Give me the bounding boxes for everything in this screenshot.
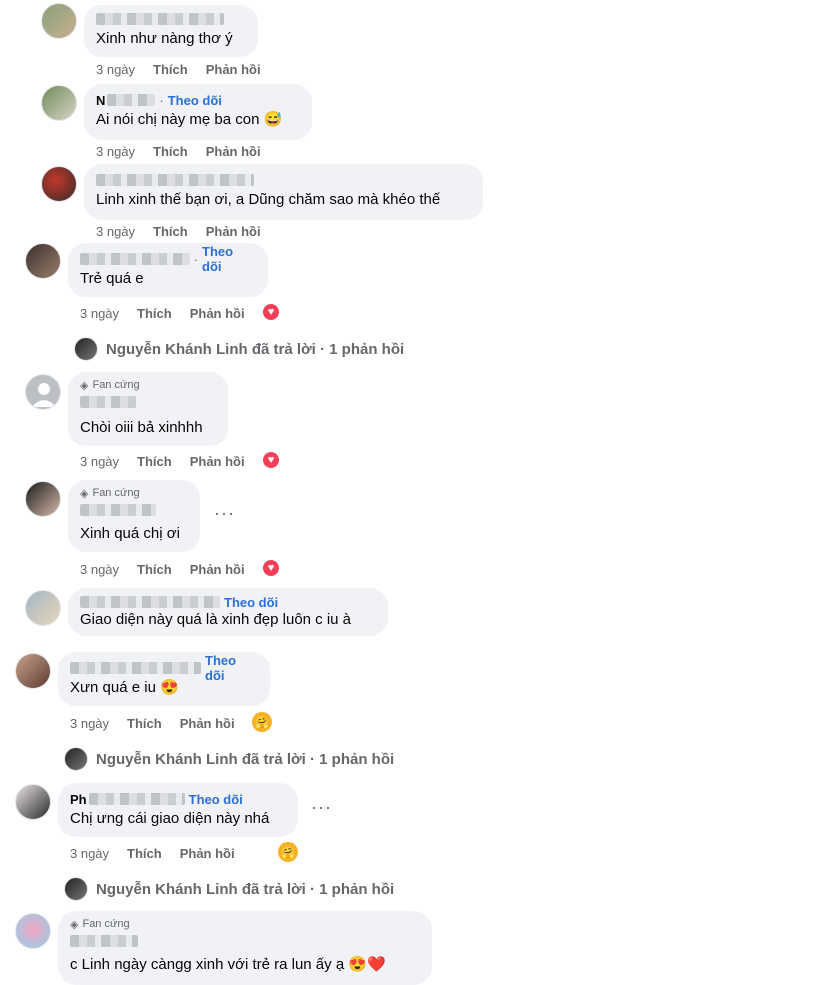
comment-time[interactable]: 3 ngày [70,716,109,731]
avatar[interactable] [25,374,61,410]
comment-bubble: ◈ Fan cứng Chòi oiii bả xinhhh [68,372,228,446]
commenter-name[interactable]: Theo dõi [70,653,258,683]
comment-actions: 3 ngày Thích Phản hồi [70,846,235,861]
heart-icon[interactable]: ♥ [262,451,280,469]
commenter-name[interactable]: · Theo dõi [80,244,256,274]
follow-button[interactable]: Theo dõi [205,653,258,683]
comment-text: Xinh như nàng thơ ý [96,30,233,47]
more-icon[interactable]: ··· [214,503,235,524]
comment-bubble: ◈ Fan cứng Xinh quá chị ơi [68,480,200,552]
comment-time[interactable]: 3 ngày [80,454,119,469]
comment-time[interactable]: 3 ngày [96,62,135,77]
avatar[interactable] [15,913,51,949]
commenter-name[interactable] [80,502,188,518]
fan-badge: ◈ Fan cứng [80,379,140,392]
commenter-name[interactable] [80,394,216,410]
like-button[interactable]: Thích [153,224,188,239]
follow-button[interactable]: Theo dõi [224,595,278,610]
comment-text: Xinh quá chị ơi [80,525,180,542]
comment-actions: 3 ngày Thích Phản hồi [96,62,261,77]
avatar [74,337,98,361]
commenter-name[interactable]: Theo dõi [80,594,376,610]
like-button[interactable]: Thích [137,306,172,321]
comment-text: c Linh ngày càngg xinh với trẻ ra lun ấy… [70,956,386,973]
comment-text: Linh xinh thế bạn ơi, a Dũng chăm sao mà… [96,191,441,208]
reply-button[interactable]: Phản hồi [206,224,261,239]
avatar [64,747,88,771]
reply-button[interactable]: Phản hồi [190,562,245,577]
comment-bubble: · Theo dõi Trẻ quá e [68,243,268,297]
comment-actions: 3 ngày Thích Phản hồi [70,716,235,731]
comment-time[interactable]: 3 ngày [96,224,135,239]
reply-button[interactable]: Phản hồi [180,846,235,861]
comment-text: Ai nói chị này mẹ ba con 😅 [96,111,283,128]
comment-text: Giao diện này quá là xinh đẹp luôn c iu … [80,611,352,628]
view-replies-link[interactable]: Nguyễn Khánh Linh đã trả lời · 1 phản hồ… [64,877,394,901]
comment-time[interactable]: 3 ngày [96,144,135,159]
follow-button[interactable]: Theo dõi [168,93,222,108]
comment-actions: 3 ngày Thích Phản hồi [96,224,261,239]
reply-button[interactable]: Phản hồi [190,306,245,321]
care-icon[interactable]: 🤗 [252,712,272,732]
diamond-icon: ◈ [70,918,79,931]
avatar [64,877,88,901]
fan-badge: ◈ Fan cứng [70,918,130,931]
comment-actions: 3 ngày Thích Phản hồi [80,454,245,469]
avatar[interactable] [25,481,61,517]
like-button[interactable]: Thích [127,846,162,861]
comment-text: Chị ưng cái giao diện này nhá [70,810,270,827]
commenter-name[interactable] [70,933,420,949]
reply-button[interactable]: Phản hồi [180,716,235,731]
heart-icon[interactable]: ♥ [262,303,280,321]
avatar[interactable] [41,85,77,121]
commenter-name[interactable]: Ph Theo dõi [70,791,286,807]
avatar[interactable] [41,166,77,202]
heart-icon[interactable]: ♥ [262,559,280,577]
comment-bubble: Theo dõi Giao diện này quá là xinh đẹp l… [68,588,388,636]
commenter-name[interactable] [96,11,246,27]
follow-button[interactable]: Theo dõi [189,792,243,807]
more-icon[interactable]: ··· [311,797,332,818]
like-button[interactable]: Thích [127,716,162,731]
like-button[interactable]: Thích [153,62,188,77]
avatar[interactable] [25,243,61,279]
comment-bubble: Theo dõi Xưn quá e iu 😍 [58,652,270,706]
view-replies-link[interactable]: Nguyễn Khánh Linh đã trả lời · 1 phản hồ… [64,747,394,771]
commenter-name[interactable]: N · Theo dõi [96,92,300,108]
avatar[interactable] [15,653,51,689]
comment-bubble: Ph Theo dõi Chị ưng cái giao diện này nhá [58,783,298,837]
diamond-icon: ◈ [80,379,89,392]
avatar[interactable] [41,3,77,39]
avatar[interactable] [15,784,51,820]
fan-badge: ◈ Fan cứng [80,487,140,500]
reply-button[interactable]: Phản hồi [206,62,261,77]
comment-time[interactable]: 3 ngày [80,306,119,321]
comment-time[interactable]: 3 ngày [70,846,109,861]
comment-bubble: ◈ Fan cứng c Linh ngày càngg xinh với trẻ… [58,911,432,985]
reply-button[interactable]: Phản hồi [190,454,245,469]
follow-button[interactable]: Theo dõi [202,244,256,274]
commenter-name[interactable] [96,172,471,188]
comment-actions: 3 ngày Thích Phản hồi [80,306,245,321]
comment-text: Chòi oiii bả xinhhh [80,419,203,436]
like-button[interactable]: Thích [153,144,188,159]
comment-bubble: Linh xinh thế bạn ơi, a Dũng chăm sao mà… [84,164,483,220]
comment-bubble: Xinh như nàng thơ ý [84,5,258,57]
comment-actions: 3 ngày Thích Phản hồi [80,562,245,577]
default-avatar-icon [32,383,56,407]
comment-bubble: N · Theo dõi Ai nói chị này mẹ ba con 😅 [84,84,312,140]
comment-time[interactable]: 3 ngày [80,562,119,577]
diamond-icon: ◈ [80,487,89,500]
avatar[interactable] [25,590,61,626]
care-icon[interactable]: 🤗 [278,842,298,862]
like-button[interactable]: Thích [137,454,172,469]
view-replies-link[interactable]: Nguyễn Khánh Linh đã trả lời · 1 phản hồ… [74,337,404,361]
reply-button[interactable]: Phản hồi [206,144,261,159]
like-button[interactable]: Thích [137,562,172,577]
comment-actions: 3 ngày Thích Phản hồi [96,144,261,159]
